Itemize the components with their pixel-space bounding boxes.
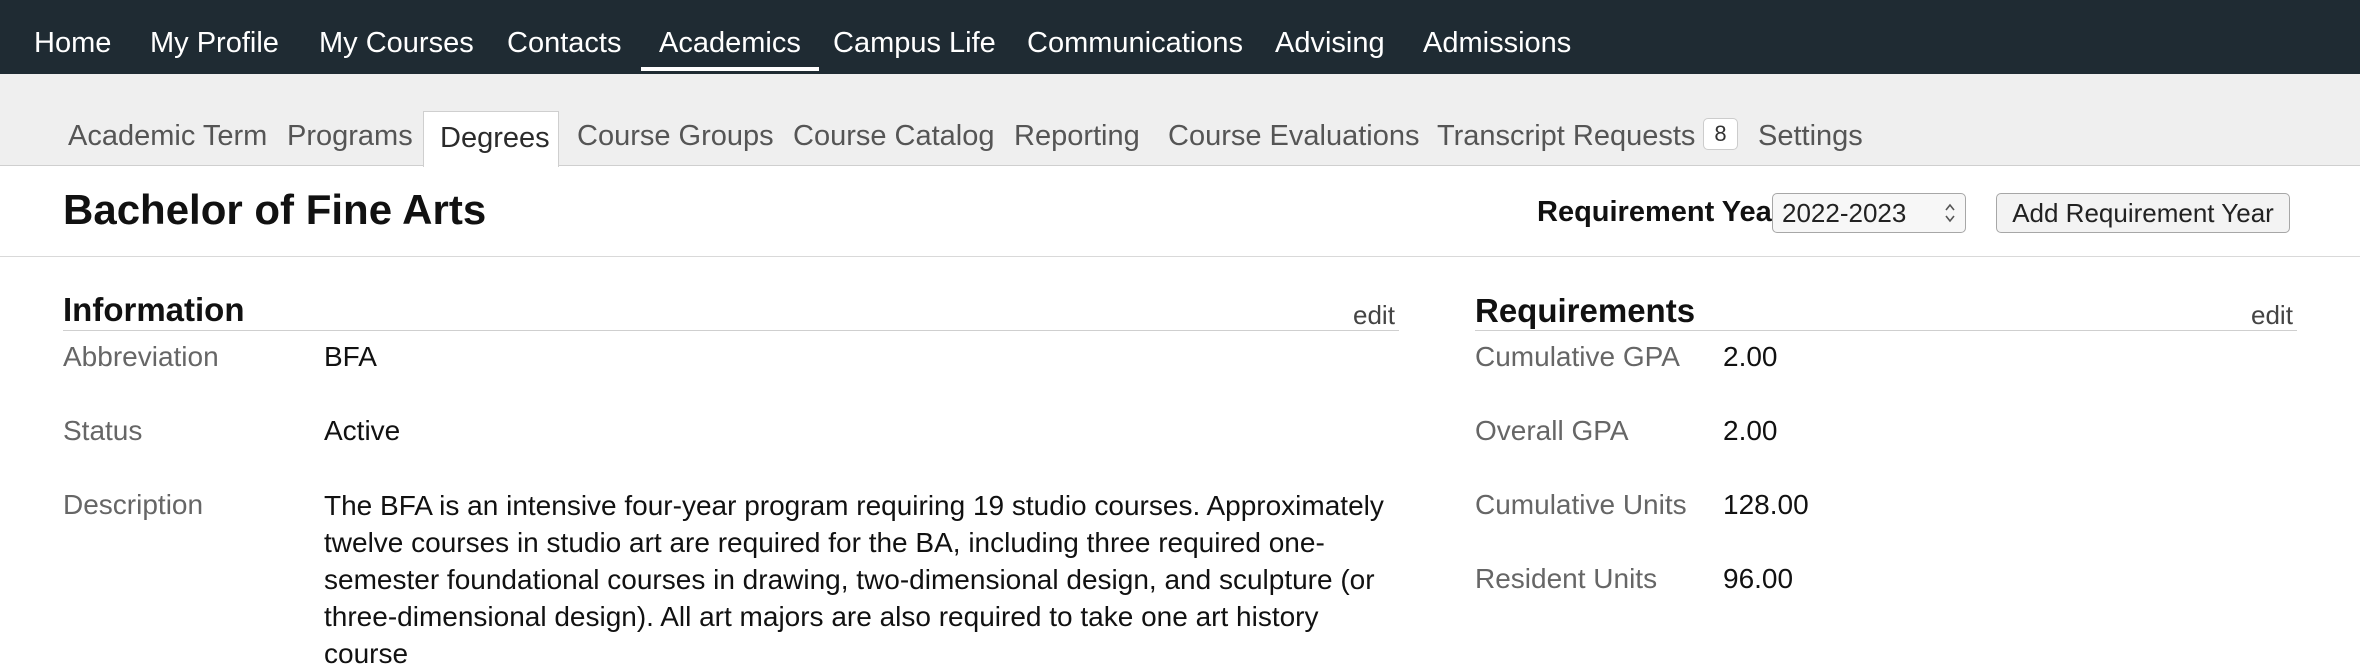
- status-value: Active: [324, 415, 401, 446]
- description-value: The BFA is an intensive four-year progra…: [324, 490, 1384, 669]
- tab-reporting[interactable]: Reporting: [1014, 74, 1140, 166]
- information-section-rule: [63, 330, 1399, 331]
- nav-contacts[interactable]: Contacts: [507, 0, 621, 74]
- overall-gpa-label: Overall GPA: [1475, 415, 1629, 446]
- tab-course-evaluations[interactable]: Course Evaluations: [1168, 74, 1419, 166]
- tab-programs[interactable]: Programs: [287, 74, 413, 166]
- nav-advising[interactable]: Advising: [1275, 0, 1385, 74]
- requirement-year-label: Requirement Year: [1537, 196, 1784, 228]
- nav-academics[interactable]: Academics: [641, 0, 819, 74]
- tab-transcript-requests-label: Transcript Requests: [1437, 120, 1696, 152]
- tab-transcript-requests[interactable]: Transcript Requests 8: [1437, 74, 1738, 166]
- information-section-title: Information: [63, 291, 245, 328]
- page-title: Bachelor of Fine Arts: [63, 186, 487, 233]
- requirement-year-value: 2022-2023: [1782, 198, 1907, 228]
- cumulative-gpa-label: Cumulative GPA: [1475, 341, 1680, 372]
- information-edit-link[interactable]: edit: [1353, 300, 1395, 331]
- description-label: Description: [63, 489, 204, 520]
- tab-course-catalog[interactable]: Course Catalog: [793, 74, 995, 166]
- add-requirement-year-button[interactable]: Add Requirement Year: [1996, 193, 2290, 233]
- cumulative-units-label: Cumulative Units: [1475, 489, 1687, 520]
- nav-admissions[interactable]: Admissions: [1423, 0, 1571, 74]
- abbreviation-value: BFA: [324, 341, 377, 372]
- cumulative-units-value: 128.00: [1723, 489, 1809, 520]
- sub-navigation: Academic Term Programs Degrees Course Gr…: [0, 74, 2360, 167]
- resident-units-label: Resident Units: [1475, 563, 1658, 594]
- resident-units-value: 96.00: [1723, 563, 1794, 594]
- nav-campus-life[interactable]: Campus Life: [833, 0, 996, 74]
- tab-course-groups[interactable]: Course Groups: [577, 74, 774, 166]
- requirement-year-select[interactable]: 2022-2023: [1772, 193, 1966, 233]
- overall-gpa-value: 2.00: [1723, 415, 1778, 446]
- requirements-section-title: Requirements: [1475, 292, 1696, 329]
- transcript-requests-count-badge: 8: [1703, 118, 1738, 151]
- nav-my-courses[interactable]: My Courses: [319, 0, 474, 74]
- tab-degrees[interactable]: Degrees: [440, 74, 550, 166]
- select-updown-chevron-icon: [1945, 203, 1955, 223]
- tab-settings[interactable]: Settings: [1758, 74, 1863, 166]
- nav-home[interactable]: Home: [34, 0, 111, 74]
- cumulative-gpa-value: 2.00: [1723, 341, 1778, 372]
- requirements-section-rule: [1475, 330, 2297, 331]
- abbreviation-label: Abbreviation: [63, 341, 219, 372]
- header-divider: [0, 256, 2360, 257]
- top-navigation: Home My Profile My Courses Contacts Acad…: [0, 0, 2360, 74]
- nav-communications[interactable]: Communications: [1027, 0, 1243, 74]
- tab-academic-term[interactable]: Academic Term: [68, 74, 267, 166]
- nav-my-profile[interactable]: My Profile: [150, 0, 279, 74]
- requirements-edit-link[interactable]: edit: [2251, 300, 2293, 331]
- status-label: Status: [63, 415, 143, 446]
